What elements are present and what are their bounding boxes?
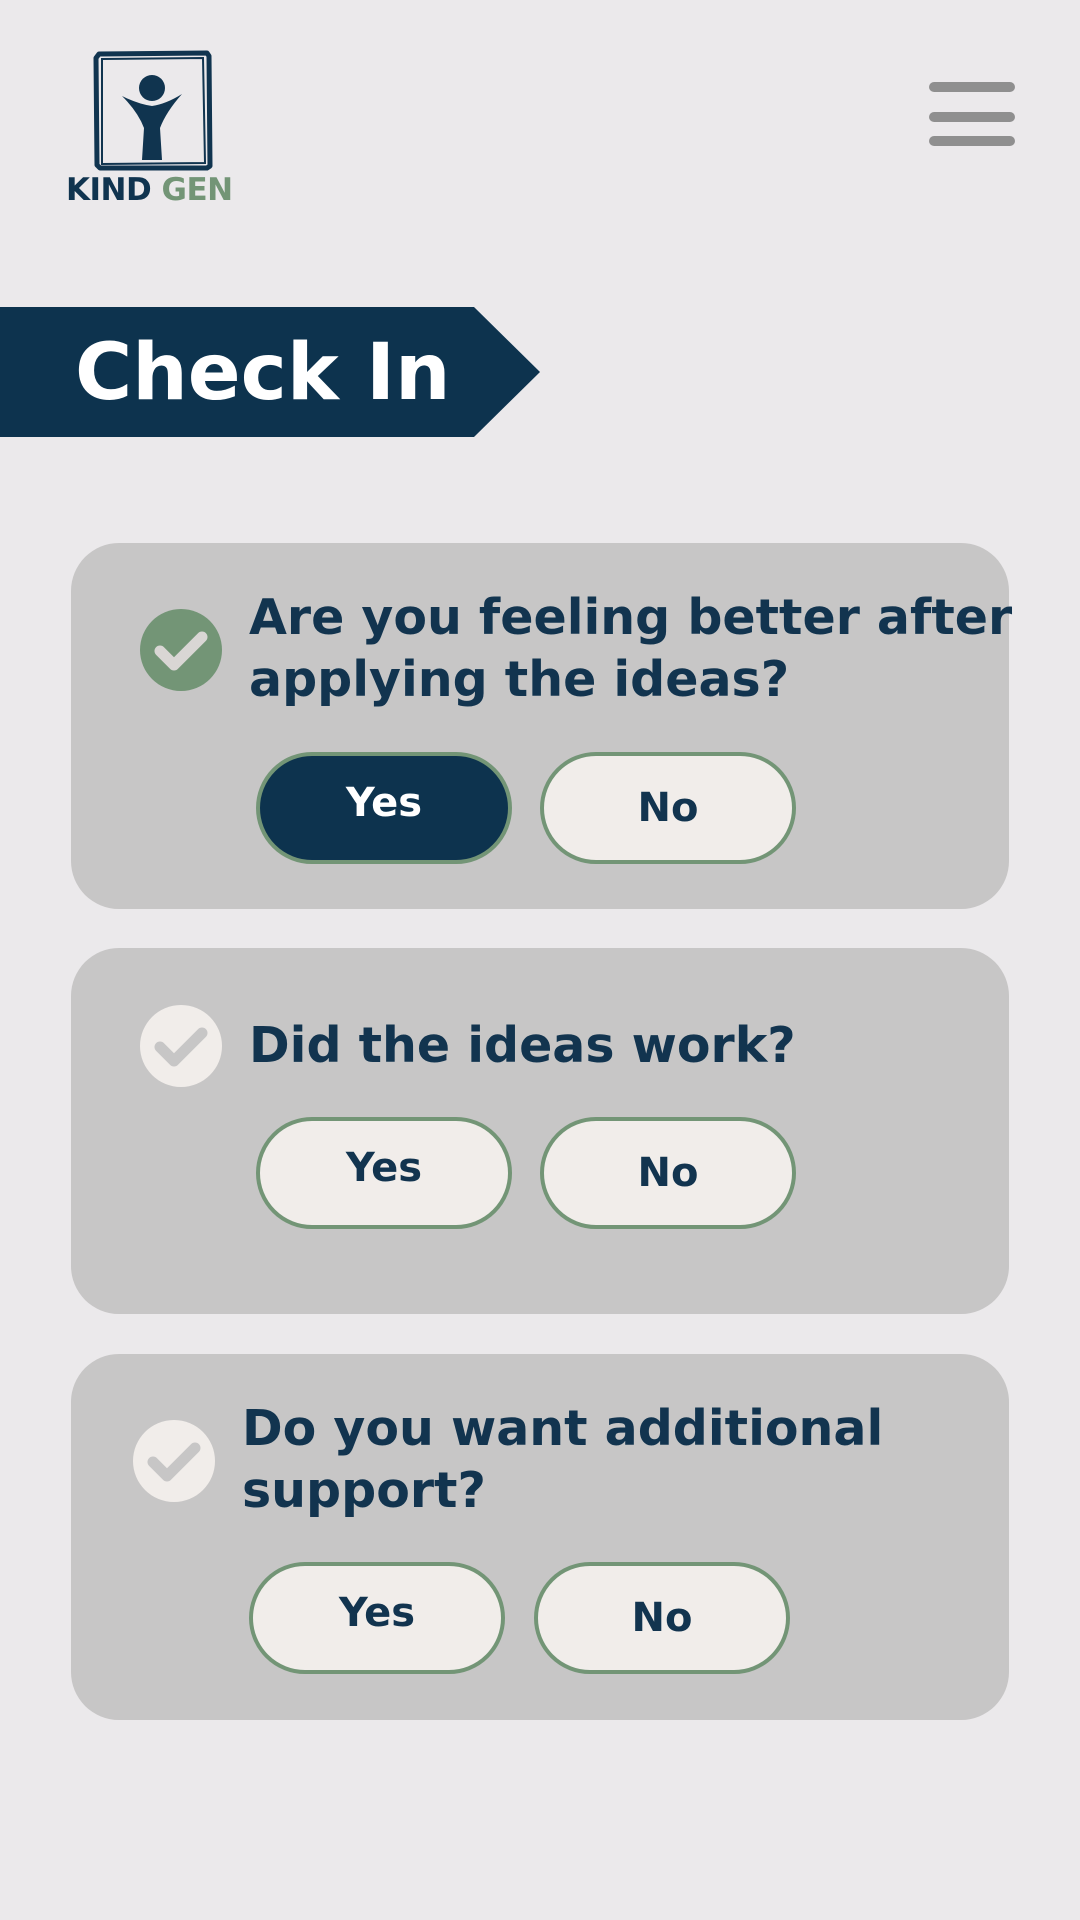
- logo-wordmark: KIND GEN: [66, 172, 244, 208]
- question-line: Did the ideas work?: [249, 1017, 796, 1074]
- question-card: Did the ideas work? Yes No: [71, 948, 1009, 1314]
- menu-bar: [929, 82, 1015, 92]
- question-text: Did the ideas work?: [249, 1015, 796, 1077]
- logo-gen-text: GEN: [161, 172, 234, 208]
- person-in-frame-icon: [93, 50, 213, 171]
- no-button-label: No: [637, 1150, 699, 1196]
- yes-button-label: Yes: [345, 1145, 423, 1191]
- yes-button-label: Yes: [338, 1590, 416, 1636]
- question-text: Do you want additional support?: [242, 1398, 883, 1522]
- question-line: support?: [242, 1462, 486, 1519]
- check-circle-icon: [140, 1005, 222, 1087]
- no-button[interactable]: No: [540, 752, 796, 864]
- yes-button[interactable]: Yes: [256, 1117, 512, 1229]
- check-circle-icon: [133, 1420, 215, 1502]
- question-card: Are you feeling better after applying th…: [71, 543, 1012, 909]
- question-line: Do you want additional: [242, 1400, 884, 1457]
- yes-button[interactable]: Yes: [249, 1562, 505, 1674]
- no-button-label: No: [631, 1595, 693, 1641]
- menu-bar: [929, 136, 1015, 146]
- no-button[interactable]: No: [534, 1562, 790, 1674]
- question-line: Are you feeling better after: [249, 589, 1013, 646]
- no-button-label: No: [637, 785, 699, 831]
- question-text: Are you feeling better after applying th…: [249, 587, 1012, 711]
- yes-button[interactable]: Yes: [256, 752, 512, 864]
- hamburger-menu-icon[interactable]: [926, 78, 1016, 150]
- logo-kind-text: KIND: [66, 172, 152, 208]
- kind-gen-logo[interactable]: KIND GEN: [66, 50, 244, 210]
- menu-bar: [929, 112, 1015, 122]
- check-circle-icon: [140, 609, 222, 691]
- yes-button-label: Yes: [345, 780, 423, 826]
- page-title: Check In: [75, 328, 451, 418]
- page-title-banner: Check In: [0, 307, 540, 437]
- question-card: Do you want additional support? Yes No: [71, 1354, 1009, 1720]
- no-button[interactable]: No: [540, 1117, 796, 1229]
- question-line: applying the ideas?: [249, 651, 790, 708]
